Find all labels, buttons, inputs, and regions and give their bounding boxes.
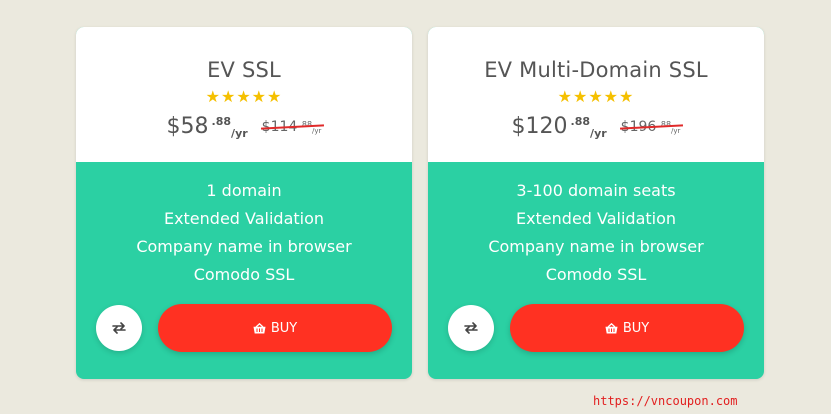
buy-button[interactable]: BUY <box>158 304 392 352</box>
old-price-unit: /yr <box>312 127 322 135</box>
feature-item: Company name in browser <box>136 237 352 256</box>
feature-item: Extended Validation <box>163 209 325 228</box>
feature-item: 1 domain <box>206 181 282 200</box>
card-header: EV Multi-Domain SSL ★★★★★ $120 .88 /yr $… <box>428 27 764 162</box>
rating-stars-icon: ★★★★★ <box>205 87 283 106</box>
old-price-unit: /yr <box>671 127 681 135</box>
feature-item: Comodo SSL <box>193 265 295 284</box>
basket-icon <box>605 322 618 334</box>
price-unit: /yr <box>590 127 607 140</box>
buy-label: BUY <box>622 320 650 336</box>
compare-button[interactable] <box>448 305 494 351</box>
card-header: EV SSL ★★★★★ $58 .88 /yr $114 .88 /yr <box>76 27 412 162</box>
feature-item: 3-100 domain seats <box>516 181 676 200</box>
feature-item: Comodo SSL <box>545 265 647 284</box>
old-price: $114 .88 /yr <box>260 113 324 141</box>
price-unit: /yr <box>231 127 248 140</box>
pricing-card-ev-ssl: EV SSL ★★★★★ $58 .88 /yr $114 .88 /yr 1 … <box>76 27 412 379</box>
old-price: $196 .88 /yr <box>619 113 683 141</box>
feature-list: 1 domain Extended Validation Company nam… <box>76 177 412 289</box>
price-cents: .88 <box>570 115 591 128</box>
swap-arrows-icon <box>464 319 478 338</box>
swap-arrows-icon <box>112 319 126 338</box>
price-block: $120 .88 /yr $196 .88 /yr <box>428 113 764 141</box>
buy-button[interactable]: BUY <box>510 304 744 352</box>
price-block: $58 .88 /yr $114 .88 /yr <box>76 113 412 141</box>
plan-title: EV Multi-Domain SSL <box>484 58 708 82</box>
price-amount: $120 <box>511 114 568 139</box>
compare-button[interactable] <box>96 305 142 351</box>
price-cents: .88 <box>211 115 232 128</box>
rating-stars-icon: ★★★★★ <box>557 87 635 106</box>
feature-item: Extended Validation <box>515 209 677 228</box>
basket-icon <box>253 322 266 334</box>
feature-list: 3-100 domain seats Extended Validation C… <box>428 177 764 289</box>
feature-item: Company name in browser <box>488 237 704 256</box>
plan-title: EV SSL <box>207 58 281 82</box>
price-amount: $58 <box>166 114 209 139</box>
watermark-text: https://vncoupon.com <box>593 394 738 408</box>
buy-label: BUY <box>270 320 298 336</box>
pricing-card-ev-multi-domain-ssl: EV Multi-Domain SSL ★★★★★ $120 .88 /yr $… <box>428 27 764 379</box>
